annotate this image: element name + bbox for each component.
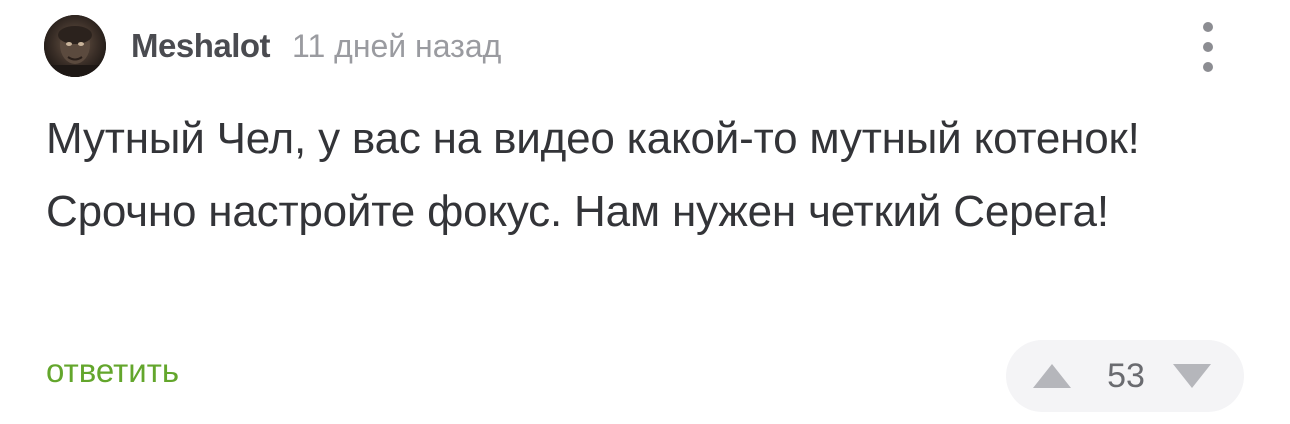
vote-widget: 53 [1006, 340, 1244, 412]
comment-timestamp: 11 дней назад [292, 27, 502, 64]
triangle-up-icon [1033, 364, 1071, 388]
downvote-button[interactable] [1172, 356, 1212, 396]
reply-button[interactable]: ответить [46, 352, 179, 390]
avatar[interactable] [44, 15, 106, 77]
rating-value: 53 [1107, 356, 1145, 395]
comment: Meshalot 11 дней назад Мутный Чел, у вас… [0, 0, 1290, 424]
comment-header: Meshalot 11 дней назад [44, 15, 501, 77]
upvote-button[interactable] [1032, 356, 1072, 396]
avatar-image [44, 15, 106, 77]
more-options-button[interactable] [1190, 20, 1230, 74]
triangle-down-icon [1173, 364, 1211, 388]
comment-text: Мутный Чел, у вас на видео какой-то мутн… [46, 114, 1140, 236]
author-name[interactable]: Meshalot [131, 27, 271, 65]
